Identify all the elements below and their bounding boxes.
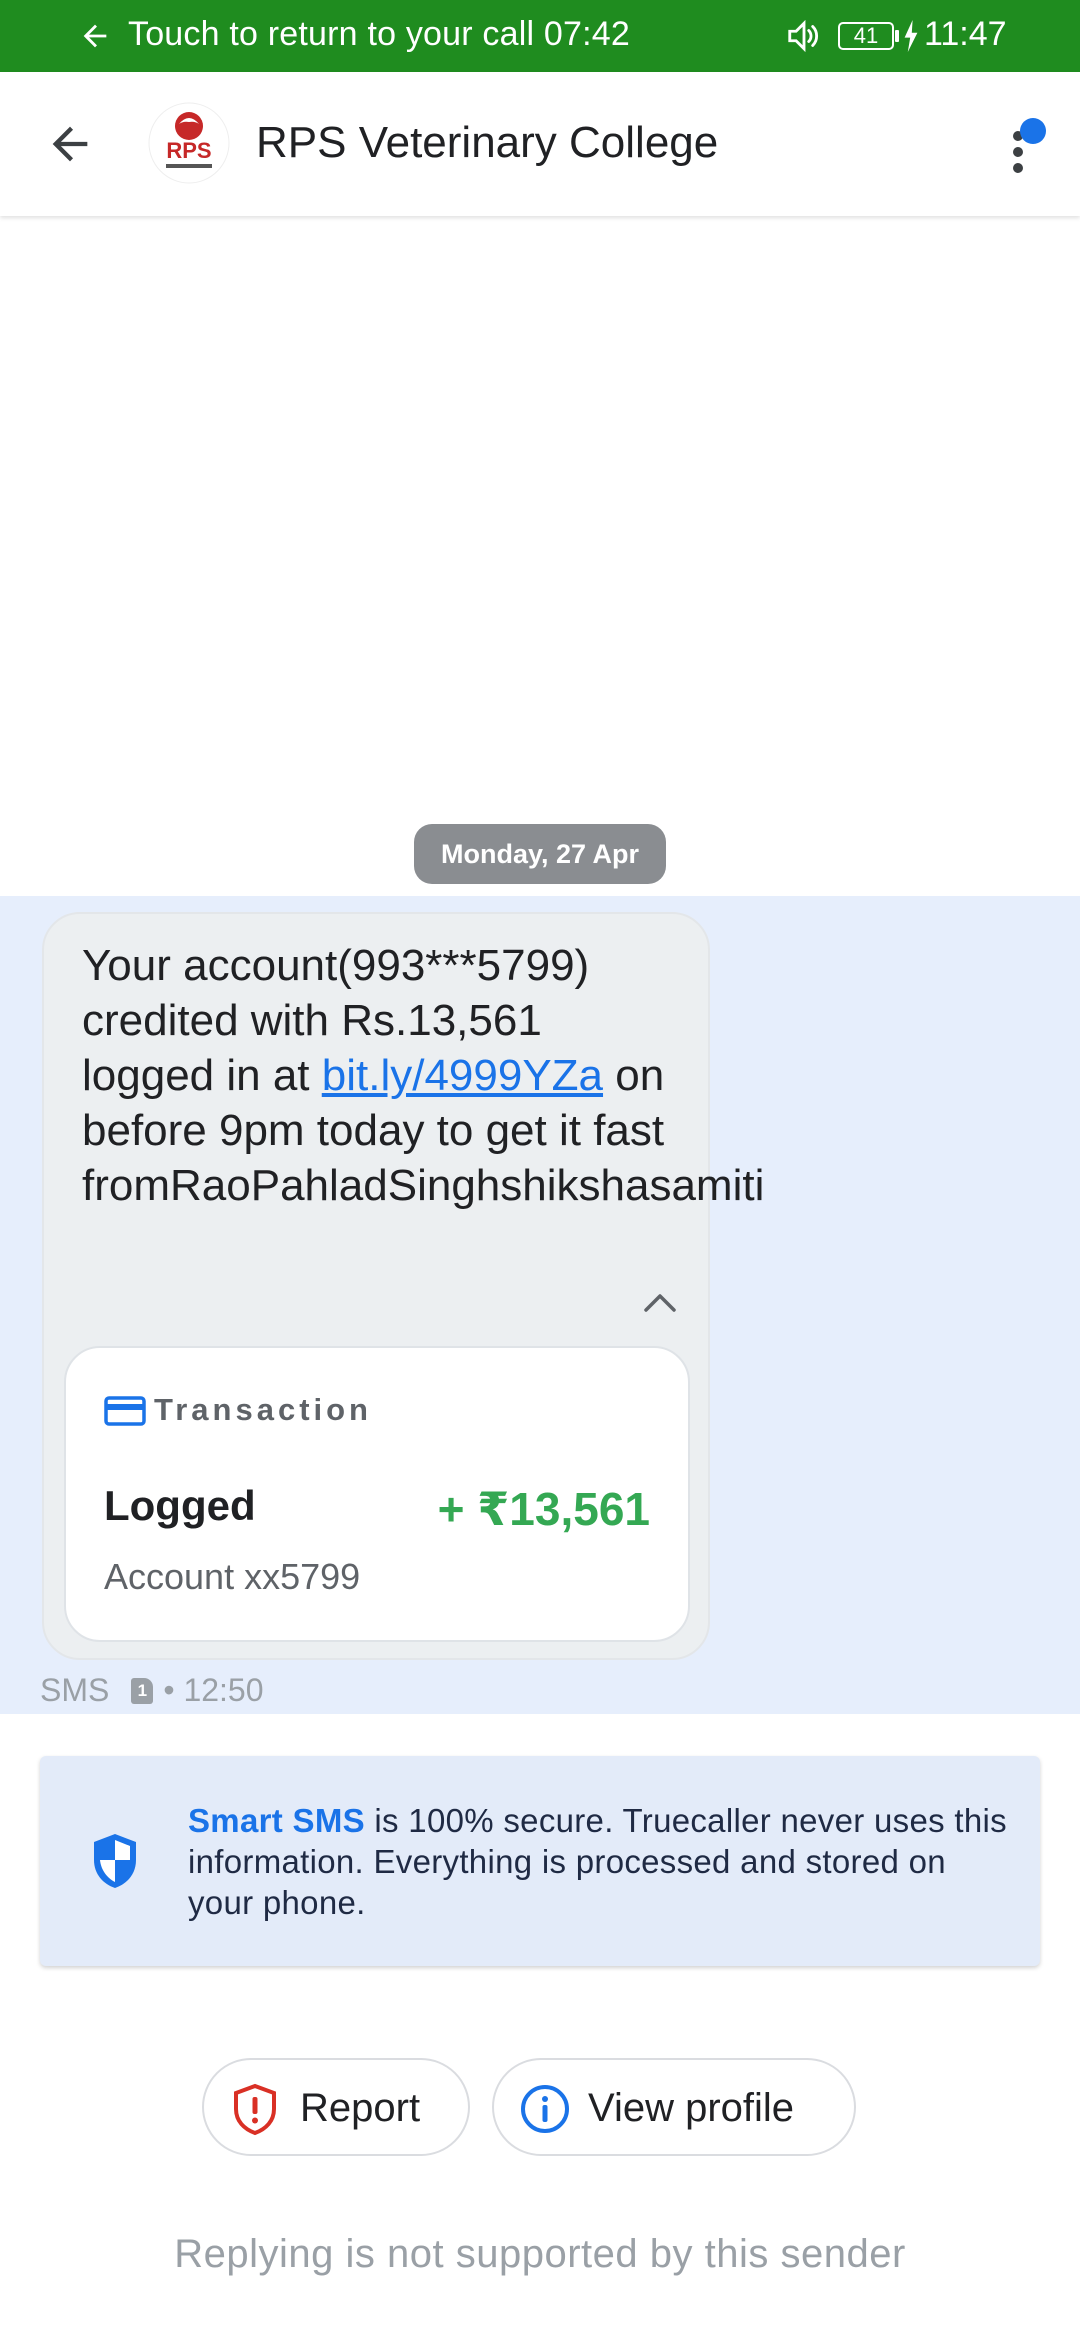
report-button-label: Report (300, 2086, 421, 2130)
view-profile-button[interactable]: View profile (492, 2058, 856, 2156)
return-to-call-text: Touch to return to your call 07:42 (128, 15, 630, 53)
transaction-card[interactable]: Transaction Logged + ₹13,561 Account xx5… (64, 1346, 690, 1642)
reply-unsupported-note: Replying is not supported by this sender (174, 2232, 906, 2276)
chevron-up-icon[interactable] (642, 1290, 678, 1314)
logo-text: RPS (166, 138, 211, 163)
report-button[interactable]: Report (202, 2058, 470, 2156)
status-clock: 11:47 (924, 15, 1007, 53)
sender-avatar[interactable]: RPS (148, 102, 230, 184)
message-bubble[interactable]: Your account(993***5799) credited with R… (42, 912, 764, 1660)
smart-sms-highlight: Smart SMS (188, 1802, 365, 1839)
charging-bolt-icon (904, 20, 918, 52)
rps-logo-icon: RPS (148, 102, 230, 184)
arrow-left-icon (83, 24, 107, 48)
message-link[interactable]: bit.ly/4999YZa (322, 1051, 603, 1100)
message-type: SMS (40, 1672, 110, 1708)
return-to-call-banner[interactable]: Touch to return to your call 07:42 41 11… (0, 0, 1080, 72)
report-shield-icon (234, 2083, 276, 2136)
date-separator: Monday, 27 Apr (414, 824, 666, 884)
notification-dot (1020, 118, 1046, 144)
credit-card-icon (104, 1396, 146, 1426)
message-text: Your account(993***5799) credited with R… (82, 938, 764, 1213)
conversation-header: RPS RPS Veterinary College (0, 72, 1080, 216)
battery-level: 41 (838, 22, 894, 50)
transaction-status: Logged (104, 1482, 256, 1529)
message-meta: SMS 1 • 12:50 (40, 1672, 264, 1709)
back-arrow-icon[interactable] (44, 118, 96, 170)
transaction-amount: + ₹13,561 (437, 1483, 650, 1535)
smart-sms-notice: Smart SMS is 100% secure. Truecaller nev… (40, 1756, 1040, 1966)
info-icon (521, 2085, 569, 2133)
smart-sms-notice-text: Smart SMS is 100% secure. Truecaller nev… (188, 1800, 1008, 1923)
speaker-icon (788, 19, 818, 53)
shield-icon (94, 1834, 136, 1888)
view-profile-button-label: View profile (588, 2086, 795, 2130)
transaction-account: Account xx5799 (104, 1556, 361, 1597)
sim-card-icon: 1 (131, 1677, 154, 1704)
message-time: • 12:50 (163, 1672, 264, 1708)
page-title: RPS Veterinary College (256, 118, 719, 167)
battery-tip (895, 30, 899, 42)
transaction-card-title: Transaction (154, 1392, 372, 1427)
